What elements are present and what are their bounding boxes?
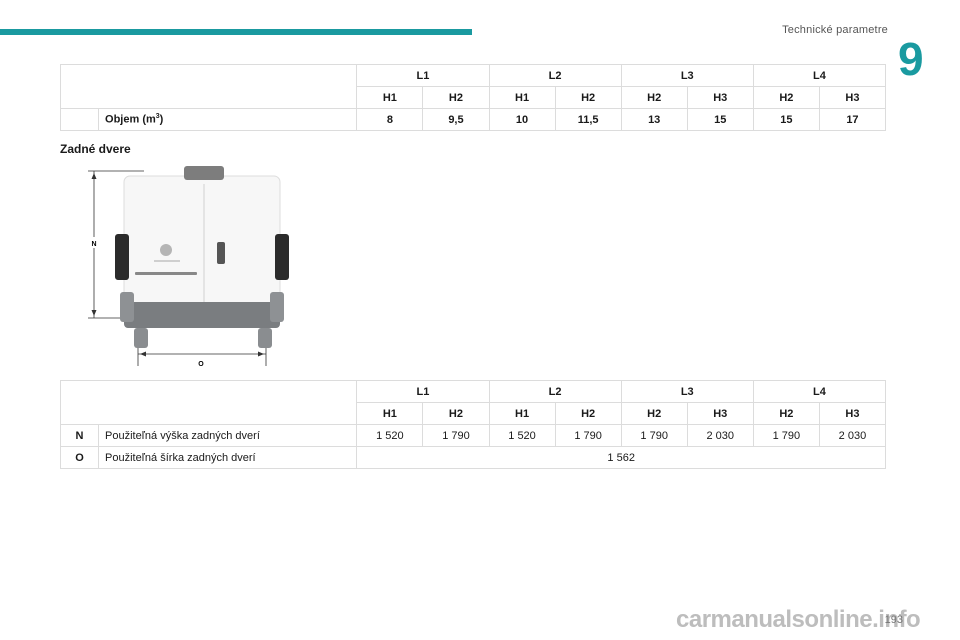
length-header: L4 (752, 64, 887, 87)
height-header: H2 (752, 402, 820, 425)
volume-value: 15 (686, 108, 754, 131)
row-key: O (59, 446, 100, 469)
length-header-row: L1 L2 L3 L4 (59, 64, 887, 109)
height-header: H2 (554, 86, 622, 109)
door-height-value: 1 520 (356, 424, 424, 447)
height-header: H1 (488, 86, 556, 109)
volume-value: 11,5 (554, 108, 622, 131)
volume-row-label: Objem (m3) (98, 108, 358, 131)
volume-value: 8 (356, 108, 424, 131)
door-height-value: 1 790 (752, 424, 820, 447)
volume-value: 9,5 (422, 108, 490, 131)
length-header-row: L1 L2 L3 L4 (59, 380, 887, 425)
length-header: L2 (488, 380, 622, 403)
watermark: carmanualsonline.info (676, 606, 921, 633)
door-height-value: 2 030 (686, 424, 754, 447)
door-height-value: 1 520 (488, 424, 556, 447)
height-header: H3 (686, 402, 754, 425)
volume-value: 15 (752, 108, 820, 131)
length-header: L4 (752, 380, 887, 403)
height-header: H2 (620, 86, 688, 109)
dimension-label-o: O (198, 361, 204, 368)
length-header: L1 (356, 380, 490, 403)
height-header: H2 (752, 86, 820, 109)
height-header: H1 (356, 86, 424, 109)
row-label: Použiteľná výška zadných dverí (98, 424, 358, 447)
height-header: H3 (686, 86, 754, 109)
chapter-number: 9 (898, 33, 924, 85)
door-height-value: 2 030 (818, 424, 887, 447)
volume-value: 13 (620, 108, 688, 131)
height-header: H2 (422, 86, 490, 109)
volume-value: 17 (818, 108, 887, 131)
door-height-value: 1 790 (422, 424, 490, 447)
door-width-value: 1 562 (356, 446, 886, 469)
volume-row: Objem (m3) 8 9,5 10 11,5 13 15 15 17 (59, 108, 887, 131)
row-key: N (59, 424, 100, 447)
height-header: H2 (554, 402, 622, 425)
length-header: L1 (356, 64, 490, 87)
row-label: Použiteľná šírka zadných dverí (98, 446, 358, 469)
height-header: H1 (488, 402, 556, 425)
height-header: H1 (356, 402, 424, 425)
height-header: H2 (422, 402, 490, 425)
length-header: L2 (488, 64, 622, 87)
row-key-cell (59, 108, 100, 131)
door-height-value: 1 790 (554, 424, 622, 447)
height-header: H2 (620, 402, 688, 425)
header-accent-bar (0, 29, 472, 35)
van-rear-doors-illustration: N O (88, 166, 289, 368)
section-title: Technické parametre (782, 24, 888, 36)
door-width-row: O Použiteľná šírka zadných dverí 1 562 (59, 446, 886, 469)
door-height-row: N Použiteľná výška zadných dverí 1 520 1… (59, 424, 887, 447)
length-header: L3 (620, 64, 754, 87)
length-header: L3 (620, 380, 754, 403)
header-blank-cell (59, 380, 358, 425)
height-header: H3 (818, 86, 887, 109)
header-blank-cell (59, 64, 358, 109)
door-height-value: 1 790 (620, 424, 688, 447)
height-header: H3 (818, 402, 887, 425)
volume-value: 10 (488, 108, 556, 131)
rear-doors-table: L1 L2 L3 L4 H1 H2 H1 H2 H2 H3 H2 H3 N Po… (59, 380, 887, 469)
volume-table: L1 L2 L3 L4 H1 H2 H1 H2 H2 H3 H2 H3 Obje… (59, 64, 887, 131)
page-number: 193 (884, 614, 903, 626)
dimension-label-n: N (91, 241, 96, 248)
